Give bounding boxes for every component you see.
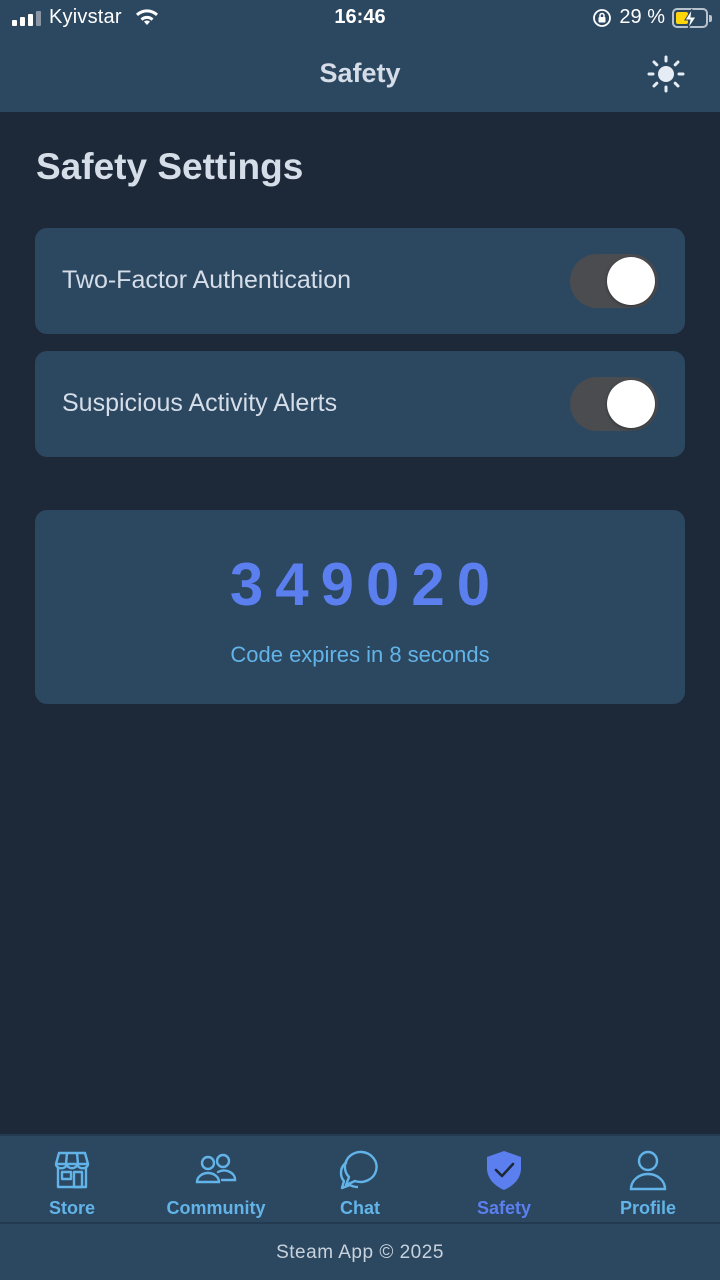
auth-code-card: 349020 Code expires in 8 seconds: [35, 510, 685, 704]
tab-community[interactable]: Community: [144, 1136, 288, 1222]
suspicious-activity-toggle[interactable]: [570, 377, 658, 431]
tab-label: Community: [166, 1198, 266, 1218]
tab-store[interactable]: Store: [0, 1136, 144, 1222]
tab-label: Safety: [476, 1198, 532, 1218]
tab-safety[interactable]: Safety: [432, 1136, 576, 1222]
footer-copyright: Steam App © 2025: [276, 1242, 444, 1263]
tab-label: Chat: [340, 1198, 380, 1218]
status-right: 29 %: [592, 6, 712, 29]
app-footer: Steam App © 2025: [0, 1222, 720, 1280]
store-icon: [54, 1151, 90, 1189]
toggle-knob: [607, 257, 655, 305]
theme-toggle-button[interactable]: [644, 52, 688, 96]
toggle-knob: [607, 380, 655, 428]
status-bar: Kyivstar 16:46 29 %: [0, 0, 720, 36]
battery-icon: [672, 7, 712, 29]
community-icon: [195, 1153, 237, 1184]
setting-suspicious-activity: Suspicious Activity Alerts: [35, 351, 685, 457]
chat-icon: [339, 1150, 378, 1190]
setting-two-factor: Two-Factor Authentication: [35, 228, 685, 334]
tab-chat[interactable]: Chat: [288, 1136, 432, 1222]
orientation-lock-icon: [593, 8, 612, 27]
shield-check-icon: [487, 1151, 521, 1190]
app-header: Safety: [0, 36, 720, 112]
code-expiry-text: Code expires in 8 seconds: [230, 642, 490, 667]
tab-profile[interactable]: Profile: [576, 1136, 720, 1222]
header-title: Safety: [319, 58, 401, 88]
bottom-tab-bar: Store Community Chat Safety Profile: [0, 1134, 720, 1222]
tab-label: Store: [48, 1198, 95, 1218]
two-factor-toggle[interactable]: [570, 254, 658, 308]
profile-icon: [629, 1150, 667, 1191]
auth-code: 349020: [229, 551, 503, 618]
sun-icon: [647, 55, 685, 93]
setting-label: Suspicious Activity Alerts: [62, 389, 338, 417]
battery-percent: 29 %: [619, 6, 665, 28]
page-title: Safety Settings: [36, 146, 304, 187]
setting-label: Two-Factor Authentication: [62, 266, 352, 294]
tab-label: Profile: [619, 1198, 676, 1218]
